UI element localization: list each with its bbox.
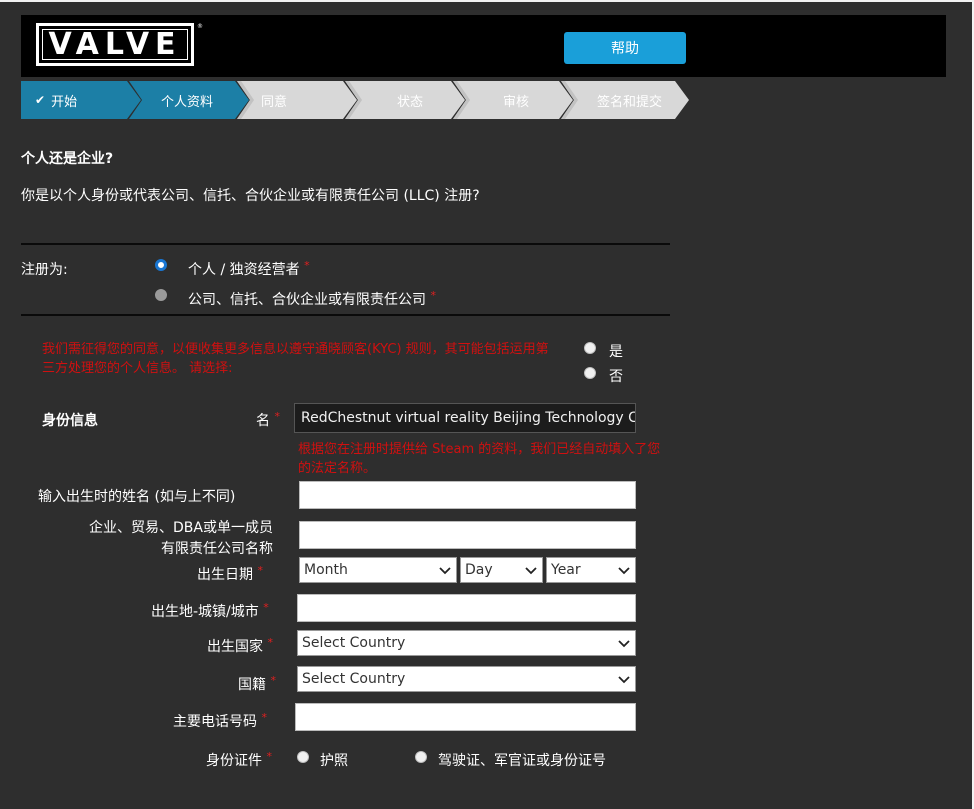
- header-bar: VALVE ® 帮助: [21, 15, 946, 77]
- help-button[interactable]: 帮助: [564, 32, 686, 64]
- check-icon: ✔: [35, 93, 46, 107]
- step-start[interactable]: ✔ 开始: [21, 81, 141, 119]
- entity-question: 你是以个人身份或代表公司、信托、合伙企业或有限责任公司 (LLC) 注册?: [21, 188, 480, 204]
- step-consent-shape: [237, 81, 357, 119]
- required-mark: *: [304, 259, 310, 272]
- step-profile-label: 个人资料: [161, 94, 214, 110]
- chevron-down-icon: [618, 676, 630, 684]
- required-mark: *: [430, 289, 436, 302]
- id-other-label[interactable]: 驾驶证、军官证或身份证号: [438, 750, 606, 770]
- birth-name-field[interactable]: [299, 481, 636, 509]
- phone-field[interactable]: [295, 703, 636, 731]
- dob-year-select[interactable]: Year: [546, 557, 636, 583]
- dob-label: 出生日期 *: [197, 564, 263, 583]
- birthplace-field[interactable]: [297, 594, 636, 622]
- birthplace-label: 出生地-城镇/城市 *: [151, 601, 269, 620]
- step-consent-label: 同意: [261, 94, 288, 110]
- step-start-label: ✔ 开始: [35, 93, 78, 110]
- name-label: 名 *: [256, 410, 280, 429]
- window-top-border: [0, 0, 974, 2]
- step-review[interactable]: 审核: [453, 81, 573, 119]
- id-passport-radio[interactable]: [297, 751, 309, 763]
- id-passport-label[interactable]: 护照: [320, 750, 348, 770]
- step-status-label: 状态: [397, 94, 424, 110]
- company-option-label[interactable]: 公司、信托、合伙企业或有限责任公司 *: [188, 289, 436, 309]
- dob-day-select[interactable]: Day: [460, 557, 543, 583]
- kyc-no-label[interactable]: 否: [609, 366, 623, 386]
- business-name-label: 企业、贸易、DBA或单一成员 有限责任公司名称: [89, 520, 273, 557]
- chevron-down-icon: [525, 567, 537, 575]
- step-consent[interactable]: 同意: [237, 81, 357, 119]
- trademark-mark: ®: [197, 23, 203, 30]
- business-name-field[interactable]: [299, 521, 636, 549]
- autofill-note: 根据您在注册时提供给 Steam 的资料，我们已经自动填入了您的法定名称。: [298, 442, 661, 476]
- individual-radio[interactable]: [155, 259, 167, 271]
- phone-label: 主要电话号码 *: [173, 711, 267, 730]
- birth-country-select[interactable]: Select Country: [297, 630, 636, 656]
- nationality-select[interactable]: Select Country: [297, 666, 636, 692]
- identity-section-label: 身份信息: [42, 413, 98, 429]
- individual-option-label[interactable]: 个人 / 独资经营者 *: [188, 259, 310, 279]
- register-as-label: 注册为:: [21, 262, 68, 278]
- step-review-label: 审核: [503, 94, 530, 110]
- id-doc-label: 身份证件 *: [206, 750, 272, 769]
- entity-heading: 个人还是企业?: [21, 151, 114, 167]
- kyc-yes-label[interactable]: 是: [609, 341, 623, 361]
- step-sign-submit-label: 签名和提交: [597, 94, 663, 110]
- step-profile[interactable]: 个人资料: [129, 81, 249, 119]
- chevron-down-icon: [618, 567, 630, 575]
- legal-name-field[interactable]: RedChestnut virtual reality Beijing Tech…: [294, 403, 636, 433]
- valve-logo: VALVE: [36, 23, 194, 66]
- step-sign-submit[interactable]: 签名和提交: [561, 81, 691, 119]
- dob-month-select[interactable]: Month: [299, 557, 457, 583]
- birth-name-label: 输入出生时的姓名 (如与上不同): [38, 489, 236, 505]
- kyc-yes-radio[interactable]: [584, 342, 596, 354]
- birth-country-label: 出生国家 *: [207, 636, 273, 655]
- company-radio[interactable]: [155, 289, 167, 301]
- kyc-no-radio[interactable]: [584, 367, 596, 379]
- chevron-down-icon: [618, 640, 630, 648]
- kyc-consent-text: 我们需征得您的同意，以便收集更多信息以遵守通晓顾客(KYC) 规则，其可能包括运…: [42, 342, 549, 376]
- step-status[interactable]: 状态: [345, 81, 465, 119]
- divider: [21, 314, 670, 316]
- id-other-radio[interactable]: [415, 751, 427, 763]
- chevron-down-icon: [439, 567, 451, 575]
- nationality-label: 国籍 *: [238, 674, 276, 693]
- progress-steps: ✔ 开始 个人资料 同意 状态 审核 签名和提交: [21, 81, 691, 119]
- divider: [21, 243, 670, 245]
